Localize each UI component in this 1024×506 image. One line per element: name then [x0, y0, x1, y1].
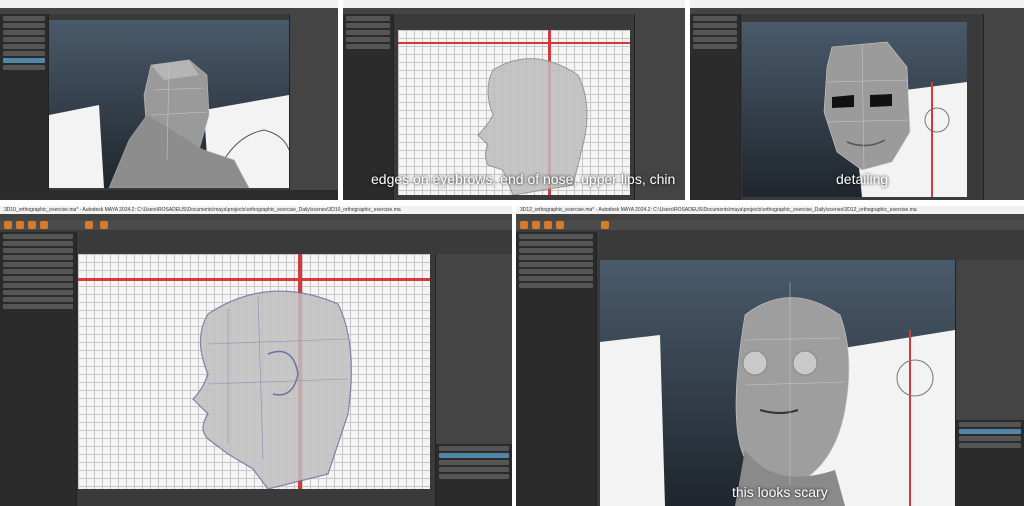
caption: this looks scary — [732, 484, 828, 500]
window-title — [690, 0, 1024, 8]
maya-shelf-icon[interactable] — [532, 221, 540, 229]
status-line[interactable] — [516, 220, 1024, 230]
maya-shelf-icon[interactable] — [28, 221, 36, 229]
window-title: 3D12_orthographic_exercise.ma* - Autodes… — [516, 206, 1024, 214]
outliner[interactable] — [690, 14, 741, 200]
eye-hole — [870, 94, 892, 107]
panel-2: edges on eyebrows, end of nose, upper li… — [343, 0, 685, 200]
window-title: 3D10_orthographic_exercise.ma* - Autodes… — [0, 206, 512, 214]
head-mesh — [192, 290, 352, 489]
head-mesh — [49, 59, 289, 188]
status-line[interactable] — [0, 220, 512, 230]
timeline[interactable] — [0, 190, 338, 200]
menu-bar[interactable] — [0, 8, 338, 14]
layer-editor[interactable] — [436, 444, 512, 506]
channel-box[interactable] — [289, 14, 338, 200]
eye-sphere — [742, 350, 768, 376]
maya-shelf-icon[interactable] — [544, 221, 552, 229]
maya-shelf-icon[interactable] — [601, 221, 609, 229]
side-ortho-viewport[interactable] — [78, 254, 430, 489]
3d-viewport[interactable] — [49, 20, 289, 188]
maya-shelf-icon[interactable] — [556, 221, 564, 229]
layer-editor[interactable] — [956, 420, 1024, 506]
attribute-panel[interactable] — [983, 14, 1024, 200]
panel-5: 3D12_orthographic_exercise.ma* - Autodes… — [516, 206, 1024, 506]
eye-hole — [832, 95, 854, 108]
window-title — [0, 0, 338, 8]
maya-shelf-icon[interactable] — [85, 221, 93, 229]
caption: detailing — [836, 171, 889, 187]
maya-shelf-icon[interactable] — [40, 221, 48, 229]
caption: edges on eyebrows, end of nose, upper li… — [371, 171, 676, 187]
head-mesh — [600, 282, 955, 506]
panel-1 — [0, 0, 338, 200]
window-title — [343, 0, 685, 8]
outliner[interactable] — [0, 232, 77, 506]
eye-sphere — [792, 350, 818, 376]
maya-shelf-icon[interactable] — [4, 221, 12, 229]
3d-viewport[interactable] — [600, 260, 955, 506]
maya-shelf-icon[interactable] — [520, 221, 528, 229]
outliner[interactable] — [0, 14, 49, 200]
panel-3: detailing — [690, 0, 1024, 200]
maya-shelf-icon[interactable] — [100, 221, 108, 229]
maya-shelf-icon[interactable] — [16, 221, 24, 229]
panel-4: 3D10_orthographic_exercise.ma* - Autodes… — [0, 206, 512, 506]
attribute-panel[interactable] — [435, 254, 512, 506]
attribute-panel[interactable] — [955, 260, 1024, 506]
outliner[interactable] — [516, 232, 597, 506]
